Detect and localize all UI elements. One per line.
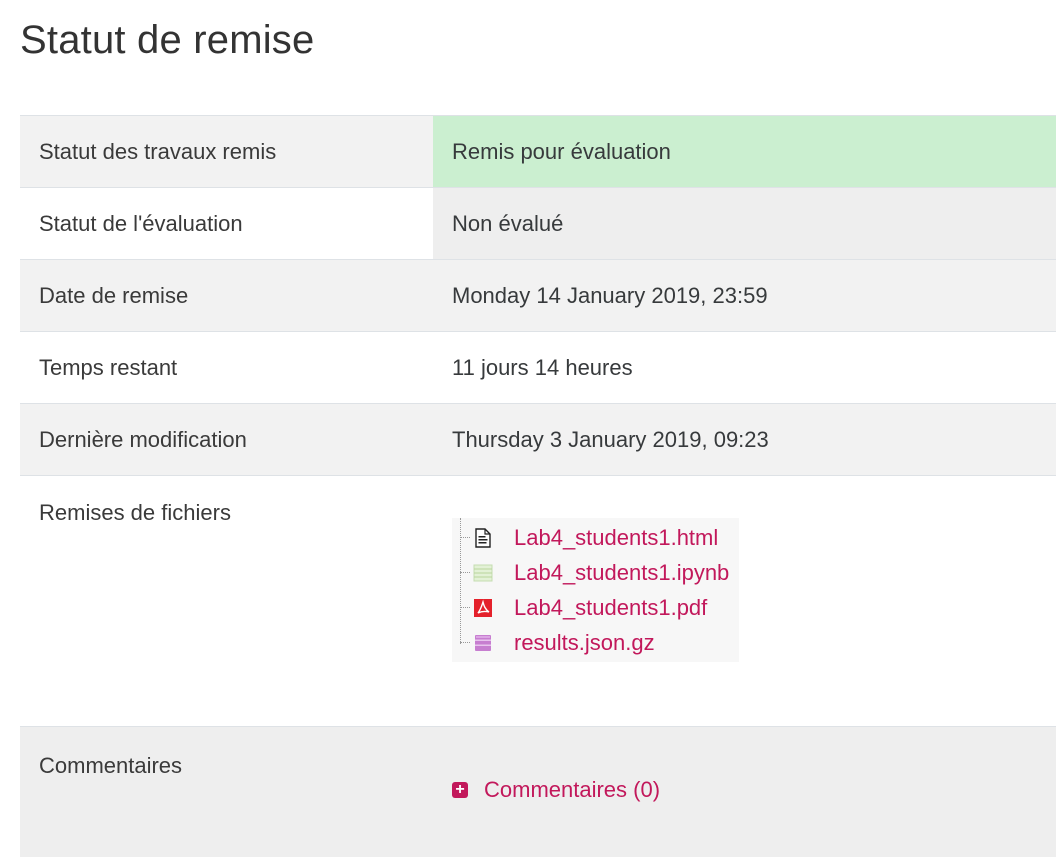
row-label: Date de remise [20,260,433,332]
table-row: Temps restant 11 jours 14 heures [20,332,1056,404]
pdf-file-icon [472,597,494,619]
file-link[interactable]: results.json.gz [514,630,655,656]
table-row: Remises de fichiers Lab4_students1.h [20,476,1056,727]
page-title: Statut de remise [20,18,314,63]
row-label: Dernière modification [20,404,433,476]
grading-status-value: Non évalué [433,188,1056,260]
archive-file-icon [472,632,494,654]
plus-square-icon: + [452,782,468,798]
row-label: Commentaires [20,727,433,857]
file-submissions-cell: Lab4_students1.html Lab4_students1.ipynb [433,476,1056,727]
table-row: Statut des travaux remis Remis pour éval… [20,116,1056,188]
file-link[interactable]: Lab4_students1.ipynb [514,560,729,586]
table-row: Dernière modification Thursday 3 January… [20,404,1056,476]
file-item: Lab4_students1.ipynb [452,555,739,590]
row-label: Statut des travaux remis [20,116,433,188]
row-label: Statut de l'évaluation [20,188,433,260]
row-label: Remises de fichiers [20,476,433,727]
file-item: results.json.gz [452,625,739,660]
table-row: Commentaires + Commentaires (0) [20,727,1056,857]
submission-status-value: Remis pour évaluation [433,116,1056,188]
comments-toggle[interactable]: + Commentaires (0) [452,777,1037,803]
file-item: Lab4_students1.pdf [452,590,739,625]
file-tree: Lab4_students1.html Lab4_students1.ipynb [452,518,739,662]
row-label: Temps restant [20,332,433,404]
comments-link-label[interactable]: Commentaires (0) [484,777,660,803]
file-link[interactable]: Lab4_students1.pdf [514,595,707,621]
comments-cell: + Commentaires (0) [433,727,1056,857]
file-item: Lab4_students1.html [452,520,739,555]
time-remaining-value: 11 jours 14 heures [433,332,1056,404]
submission-status-table: Statut des travaux remis Remis pour éval… [20,115,1056,857]
last-modified-value: Thursday 3 January 2019, 09:23 [433,404,1056,476]
file-link[interactable]: Lab4_students1.html [514,525,718,551]
html-file-icon [472,527,494,549]
spreadsheet-file-icon [472,562,494,584]
table-row: Statut de l'évaluation Non évalué [20,188,1056,260]
due-date-value: Monday 14 January 2019, 23:59 [433,260,1056,332]
table-row: Date de remise Monday 14 January 2019, 2… [20,260,1056,332]
